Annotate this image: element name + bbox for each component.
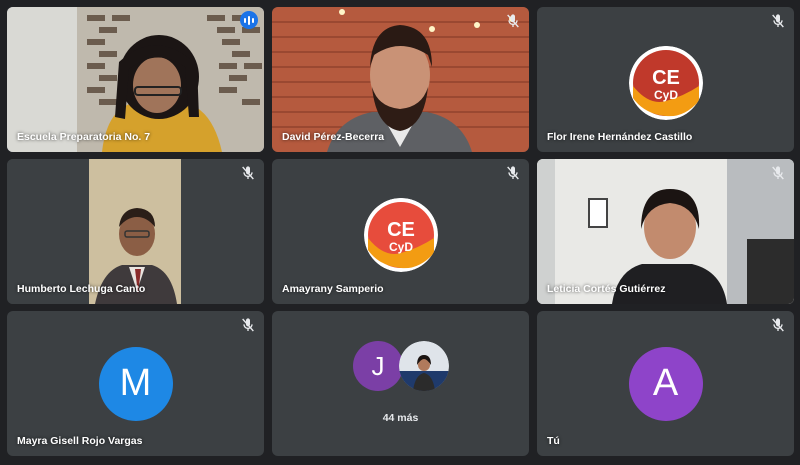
participant-tile-escuela[interactable]: Escuela Preparatoria No. 7 [7, 7, 264, 152]
initial-avatar: M [98, 346, 173, 421]
participants-grid: Escuela Preparatoria No. 7 David Pérez-B… [7, 7, 794, 456]
svg-text:CyD: CyD [653, 87, 677, 101]
svg-text:CE: CE [652, 66, 680, 88]
mic-off-icon [507, 166, 519, 180]
cecyd-logo-avatar: CE CyD [628, 45, 703, 120]
participant-name: Humberto Lechuga Canto [17, 283, 146, 295]
mic-off-icon [507, 14, 519, 28]
participant-name: Leticia Cortés Gutiérrez [547, 283, 666, 295]
more-participants-tile[interactable]: J 44 más [272, 311, 529, 456]
participant-tile-mayra[interactable]: M Mayra Gisell Rojo Vargas [7, 311, 264, 456]
participant-name: David Pérez-Becerra [282, 131, 385, 143]
svg-text:CE: CE [387, 218, 415, 240]
participant-name: Escuela Preparatoria No. 7 [17, 131, 151, 143]
participant-name: Tú [547, 435, 560, 447]
participant-tile-amayrany[interactable]: CE CyD Amayrany Samperio [272, 159, 529, 304]
participant-name: Mayra Gisell Rojo Vargas [17, 435, 143, 447]
participant-tile-flor[interactable]: CE CyD Flor Irene Hernández Castillo [537, 7, 794, 152]
participant-tile-humberto[interactable]: Humberto Lechuga Canto [7, 159, 264, 304]
mic-off-icon [242, 318, 254, 332]
participant-name: Flor Irene Hernández Castillo [547, 131, 693, 143]
participant-tile-david[interactable]: David Pérez-Becerra [272, 7, 529, 152]
mic-off-icon [242, 166, 254, 180]
svg-text:CyD: CyD [388, 239, 412, 253]
initial-avatar: A [628, 346, 703, 421]
cecyd-logo-avatar: CE CyD [363, 197, 438, 272]
more-participants-count: 44 más [382, 412, 419, 424]
participant-name: Amayrany Samperio [282, 283, 384, 295]
mic-off-icon [772, 14, 784, 28]
mic-off-icon [772, 166, 784, 180]
participant-tile-self[interactable]: A Tú [537, 311, 794, 456]
mic-off-icon [772, 318, 784, 332]
participant-photo-avatar [399, 341, 449, 391]
speaking-indicator-icon [240, 11, 258, 29]
initial-avatar: J [353, 341, 403, 391]
more-avatars: J [272, 341, 529, 393]
participant-tile-leticia[interactable]: Leticia Cortés Gutiérrez [537, 159, 794, 304]
